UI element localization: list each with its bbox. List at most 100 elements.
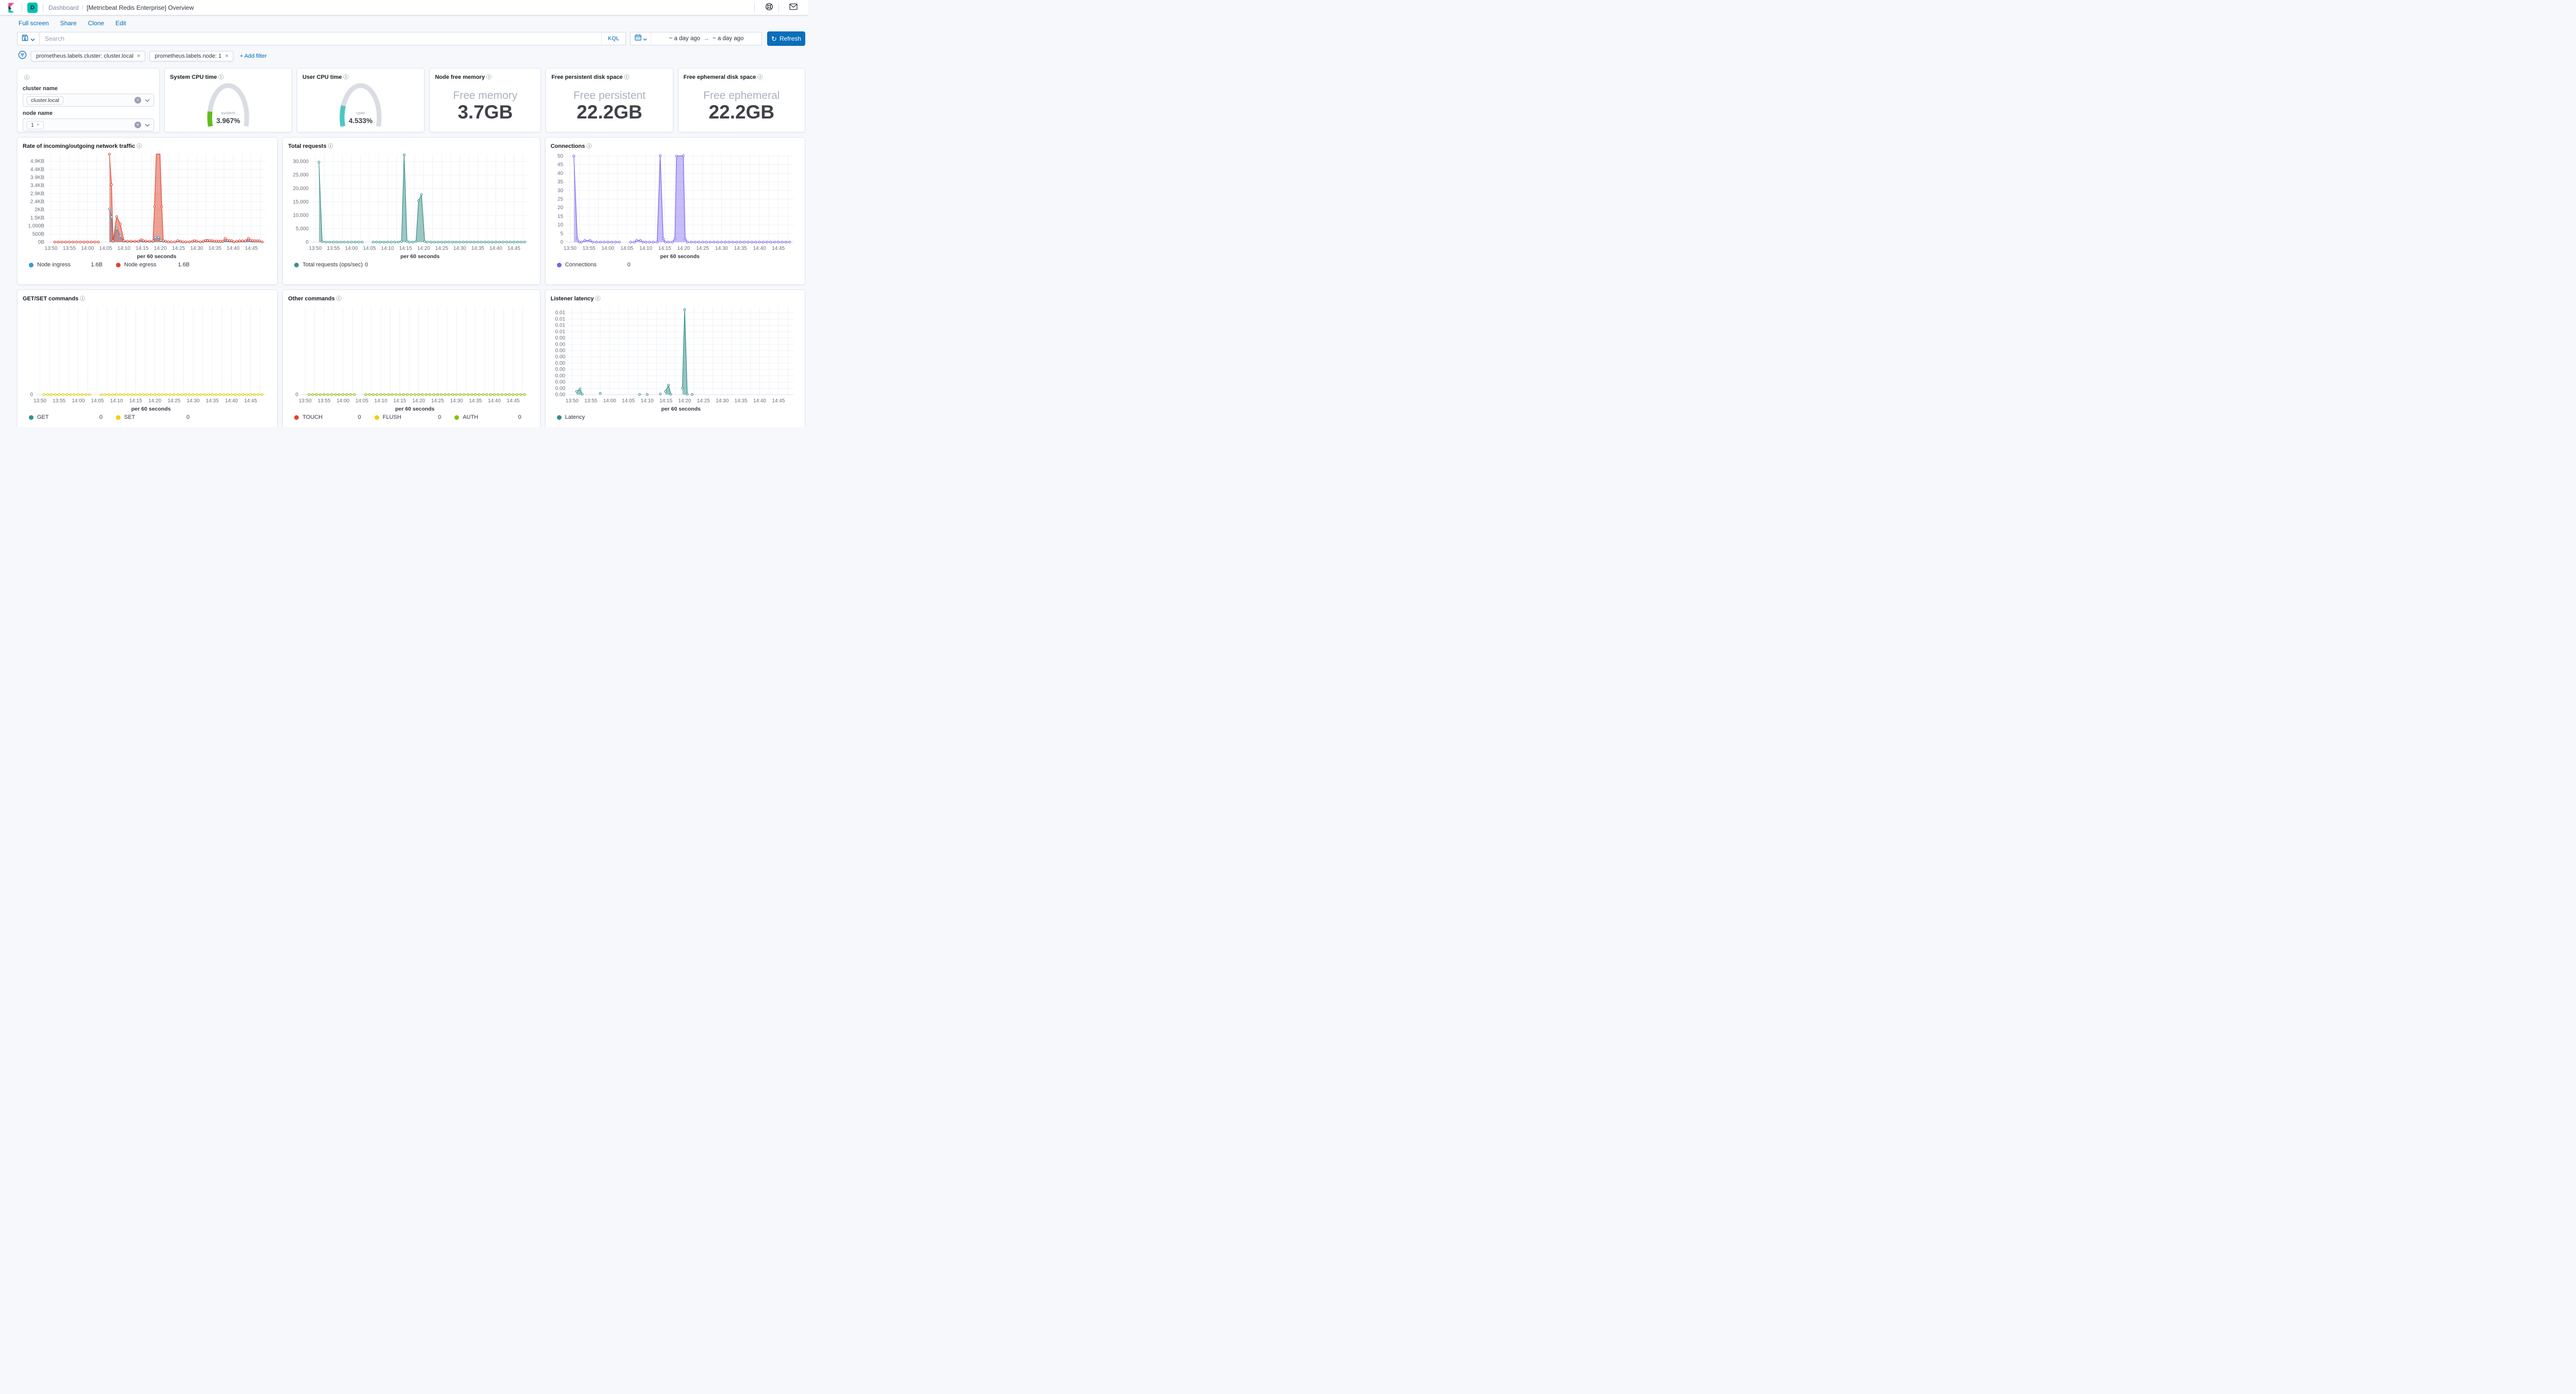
legend-item[interactable]: Connections0 (557, 262, 644, 268)
legend-label: Node ingress (37, 262, 71, 268)
date-range-start[interactable]: ~ a day ago (669, 36, 700, 42)
chevron-down-icon (30, 35, 35, 43)
cluster-token[interactable]: cluster.local (27, 96, 63, 105)
svg-text:per 60 seconds: per 60 seconds (131, 406, 171, 412)
svg-text:14:20: 14:20 (417, 246, 430, 251)
svg-text:2.9KB: 2.9KB (30, 191, 45, 197)
legend-item[interactable]: FLUSH0 (375, 414, 455, 420)
legend-label: SET (124, 414, 135, 420)
date-range[interactable]: ~ a day ago → ~ a day ago (651, 36, 761, 42)
page-title: [Metricbeat Redis Enterprise] Overview (87, 4, 194, 11)
breadcrumb-dashboard[interactable]: Dashboard (48, 4, 79, 11)
date-range-end[interactable]: ~ a day ago (713, 36, 743, 42)
node-token[interactable]: 1 × (27, 121, 44, 129)
total-requests-chart[interactable]: 05,00010,00015,00020,00025,00030,00013:5… (288, 150, 535, 261)
edit-button[interactable]: Edit (115, 20, 126, 27)
legend-item[interactable]: Node ingress1.6B (29, 262, 116, 268)
clear-selection-icon[interactable]: × (134, 122, 141, 128)
network-traffic-chart[interactable]: 0B500B1,000B1.5KB2KB2.4KB2.9KB3.4KB3.9KB… (23, 150, 272, 261)
svg-text:14:25: 14:25 (435, 246, 448, 251)
legend-item[interactable]: TOUCH0 (294, 414, 375, 420)
svg-text:14:05: 14:05 (620, 246, 633, 251)
info-icon[interactable]: ⓘ (586, 144, 591, 149)
info-icon[interactable]: ⓘ (218, 75, 224, 80)
filter-pill-node[interactable]: prometheus.labels.node: 1 × (149, 51, 233, 61)
refresh-button[interactable]: ↻ Refresh (767, 31, 805, 46)
info-icon[interactable]: ⓘ (624, 75, 630, 80)
svg-text:13:55: 13:55 (584, 398, 597, 404)
divider (754, 3, 755, 12)
newsfeed-button[interactable] (785, 2, 802, 13)
info-icon[interactable]: ⓘ (24, 75, 29, 81)
full-screen-button[interactable]: Full screen (19, 20, 49, 27)
user-cpu-gauge[interactable]: user 4.533% (334, 80, 387, 129)
get-set-commands-chart[interactable]: 013:5013:5514:0014:0514:1014:1514:2014:2… (23, 302, 272, 413)
query-language-button[interactable]: KQL (601, 32, 625, 45)
legend-series-dot-icon (294, 263, 299, 267)
svg-text:15: 15 (557, 214, 564, 219)
legend-value: 0 (628, 262, 631, 268)
kibana-logo-icon[interactable] (6, 2, 16, 13)
connections-chart[interactable]: 0510152025303540455013:5013:5514:0014:05… (551, 150, 800, 261)
panel-total-requests: Total requestsⓘ 05,00010,00015,00020,000… (282, 137, 540, 285)
legend-series-dot-icon (116, 263, 121, 267)
filter-options-icon[interactable] (18, 50, 27, 62)
svg-text:14:35: 14:35 (734, 398, 747, 404)
help-button[interactable] (761, 2, 777, 13)
legend-label: Latency (565, 414, 585, 420)
date-quick-select-button[interactable] (631, 32, 651, 45)
saved-query-button[interactable] (17, 32, 40, 45)
close-icon[interactable]: × (37, 122, 40, 128)
breadcrumb-separator: / (82, 4, 83, 11)
svg-text:25: 25 (557, 197, 564, 202)
info-icon[interactable]: ⓘ (757, 75, 762, 80)
share-button[interactable]: Share (60, 20, 77, 27)
svg-text:1,000B: 1,000B (28, 224, 44, 229)
info-icon[interactable]: ⓘ (328, 144, 333, 149)
svg-text:14:20: 14:20 (412, 398, 425, 404)
info-icon[interactable]: ⓘ (595, 296, 600, 302)
svg-text:0.00: 0.00 (555, 361, 565, 366)
svg-text:14:10: 14:10 (375, 398, 387, 404)
svg-text:14:40: 14:40 (753, 246, 766, 251)
legend-item[interactable]: GET0 (29, 414, 116, 420)
info-icon[interactable]: ⓘ (80, 296, 85, 302)
svg-text:13:55: 13:55 (318, 398, 331, 404)
panel-title: User CPU time (302, 74, 342, 80)
close-icon[interactable]: × (225, 53, 228, 59)
search-input[interactable]: Search KQL (40, 32, 626, 45)
system-cpu-gauge[interactable]: system 3.967% (201, 80, 255, 129)
legend-item[interactable]: AUTH0 (454, 414, 535, 420)
cluster-name-label: cluster name (23, 86, 154, 92)
svg-text:14:35: 14:35 (471, 246, 484, 251)
panel-controls: ⓘ cluster name cluster.local × node name… (17, 68, 160, 132)
svg-text:14:00: 14:00 (336, 398, 349, 404)
close-icon[interactable]: × (137, 53, 140, 59)
svg-text:per 60 seconds: per 60 seconds (395, 406, 434, 412)
svg-text:per 60 seconds: per 60 seconds (400, 254, 439, 260)
listener-latency-chart[interactable]: 0.000.000.000.000.000.000.000.000.000.00… (551, 302, 800, 413)
other-commands-chart[interactable]: 013:5013:5514:0014:0514:1014:1514:2014:2… (288, 302, 535, 413)
svg-text:14:45: 14:45 (772, 398, 785, 404)
info-icon[interactable]: ⓘ (486, 75, 492, 80)
add-filter-button[interactable]: + Add filter (240, 53, 266, 59)
legend-item[interactable]: SET0 (116, 414, 203, 420)
svg-text:13:55: 13:55 (63, 246, 76, 251)
legend-item[interactable]: Latency (557, 414, 644, 420)
clear-selection-icon[interactable]: × (134, 97, 141, 104)
svg-text:14:05: 14:05 (363, 246, 376, 251)
svg-text:0.00: 0.00 (555, 367, 565, 372)
clone-button[interactable]: Clone (88, 20, 104, 27)
legend-item[interactable]: Total requests (ops/sec)0 (294, 262, 381, 268)
info-icon[interactable]: ⓘ (344, 75, 349, 80)
info-icon[interactable]: ⓘ (137, 144, 142, 149)
node-name-select[interactable]: 1 × × (23, 118, 154, 131)
chart-legend: Total requests (ops/sec)0 (288, 262, 535, 268)
info-icon[interactable]: ⓘ (336, 296, 342, 302)
legend-label: Total requests (ops/sec) (302, 262, 363, 268)
filter-pill-cluster[interactable]: prometheus.labels.cluster: cluster.local… (31, 51, 145, 61)
legend-item[interactable]: Node egress1.6B (116, 262, 203, 268)
svg-text:14:15: 14:15 (394, 398, 406, 404)
svg-text:14:15: 14:15 (658, 246, 671, 251)
cluster-name-select[interactable]: cluster.local × (23, 94, 154, 107)
